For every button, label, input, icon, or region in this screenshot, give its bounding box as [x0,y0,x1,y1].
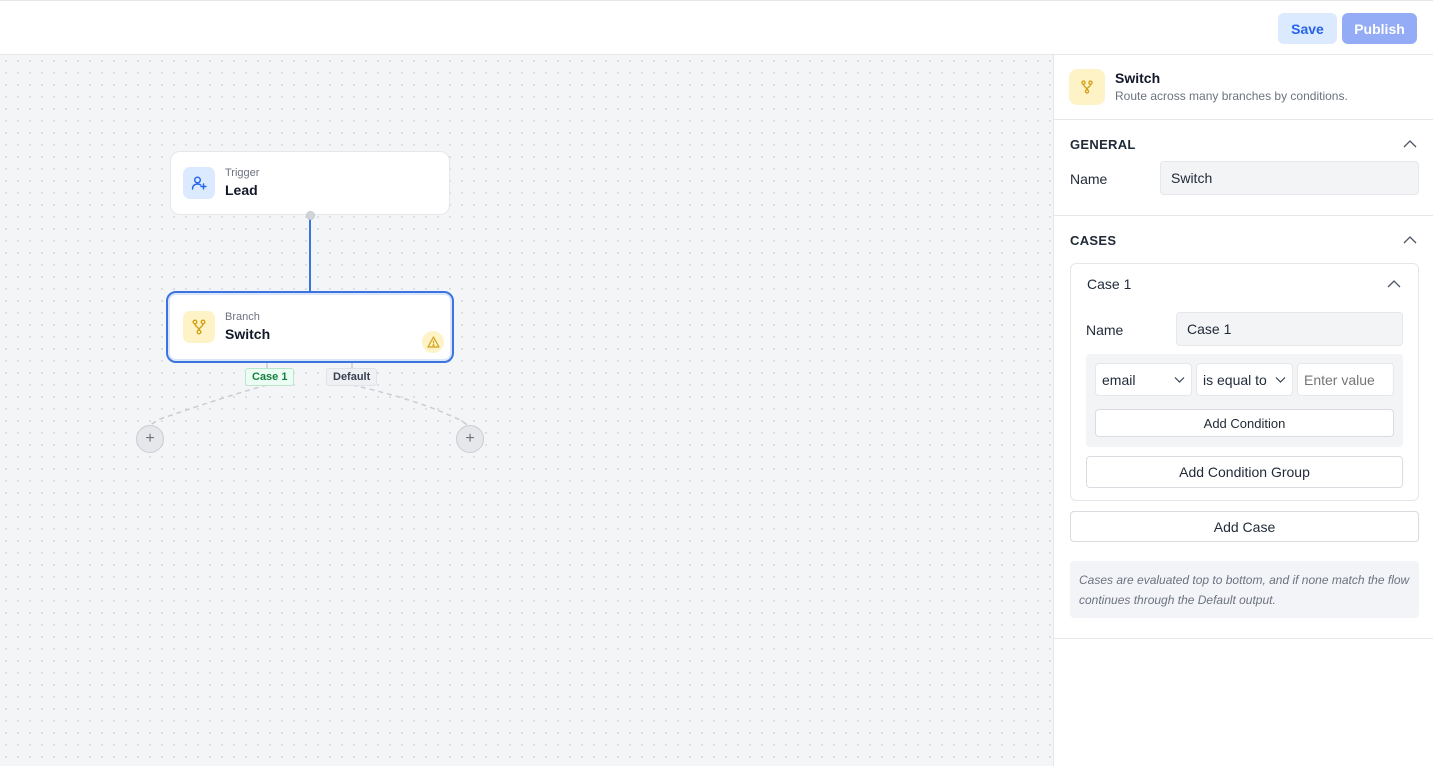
condition-group: email is equal to Add Condition [1086,354,1403,447]
cases-help-note: Cases are evaluated top to bottom, and i… [1070,561,1419,618]
condition-field-select[interactable]: email [1095,363,1192,396]
case1-edge [149,384,268,426]
condition-operator-select[interactable]: is equal to [1196,363,1293,396]
user-plus-icon [183,167,215,199]
chevron-down-icon [1174,377,1185,383]
panel-description: Route across many branches by conditions… [1115,89,1348,103]
general-section-title: GENERAL [1070,137,1136,152]
default-edge [351,384,471,428]
trigger-output-handle[interactable] [306,211,315,220]
save-button[interactable]: Save [1278,13,1337,44]
branch-icon [1069,69,1105,105]
chevron-up-icon[interactable] [1387,279,1401,289]
case-card: Case 1 Name Case 1 email is equal to Add… [1070,263,1419,501]
case-name-input[interactable]: Case 1 [1176,312,1403,346]
branch-icon [183,311,215,343]
chevron-down-icon [1275,377,1286,383]
switch-node-title: Switch [225,326,271,342]
add-case-button[interactable]: Add Case [1070,511,1419,542]
top-toolbar: Save Publish [0,0,1433,55]
edges-layer [149,215,471,428]
flow-canvas[interactable]: Trigger Lead Branch Switch Case 1 Defaul… [0,55,1053,766]
publish-button[interactable]: Publish [1342,13,1417,44]
warning-icon [422,331,444,353]
condition-value-input[interactable] [1297,363,1394,396]
add-node-default-button[interactable]: + [456,425,484,453]
case-name-label: Name [1086,322,1124,338]
cases-section-title: CASES [1070,233,1117,248]
divider [1054,119,1433,120]
properties-panel: Switch Route across many branches by con… [1053,55,1433,766]
switch-node[interactable]: Branch Switch [166,291,454,363]
default-output-label: Default [326,368,378,386]
divider [1054,215,1433,216]
trigger-node-title: Lead [225,182,258,198]
general-name-label: Name [1070,171,1108,187]
add-condition-button[interactable]: Add Condition [1095,409,1394,437]
trigger-node[interactable]: Trigger Lead [170,151,450,215]
trigger-node-subtitle: Trigger [225,167,260,179]
general-name-input[interactable]: Switch [1160,161,1419,195]
divider [1054,638,1433,639]
switch-node-subtitle: Branch [225,311,260,323]
condition-field-value: email [1102,371,1136,388]
panel-title: Switch [1115,70,1161,86]
case-title: Case 1 [1087,276,1132,292]
add-node-case1-button[interactable]: + [136,425,164,453]
case1-output-label: Case 1 [245,368,295,386]
condition-operator-value: is equal to [1203,371,1267,388]
add-condition-group-button[interactable]: Add Condition Group [1086,456,1403,488]
chevron-up-icon[interactable] [1403,235,1417,245]
chevron-up-icon[interactable] [1403,139,1417,149]
